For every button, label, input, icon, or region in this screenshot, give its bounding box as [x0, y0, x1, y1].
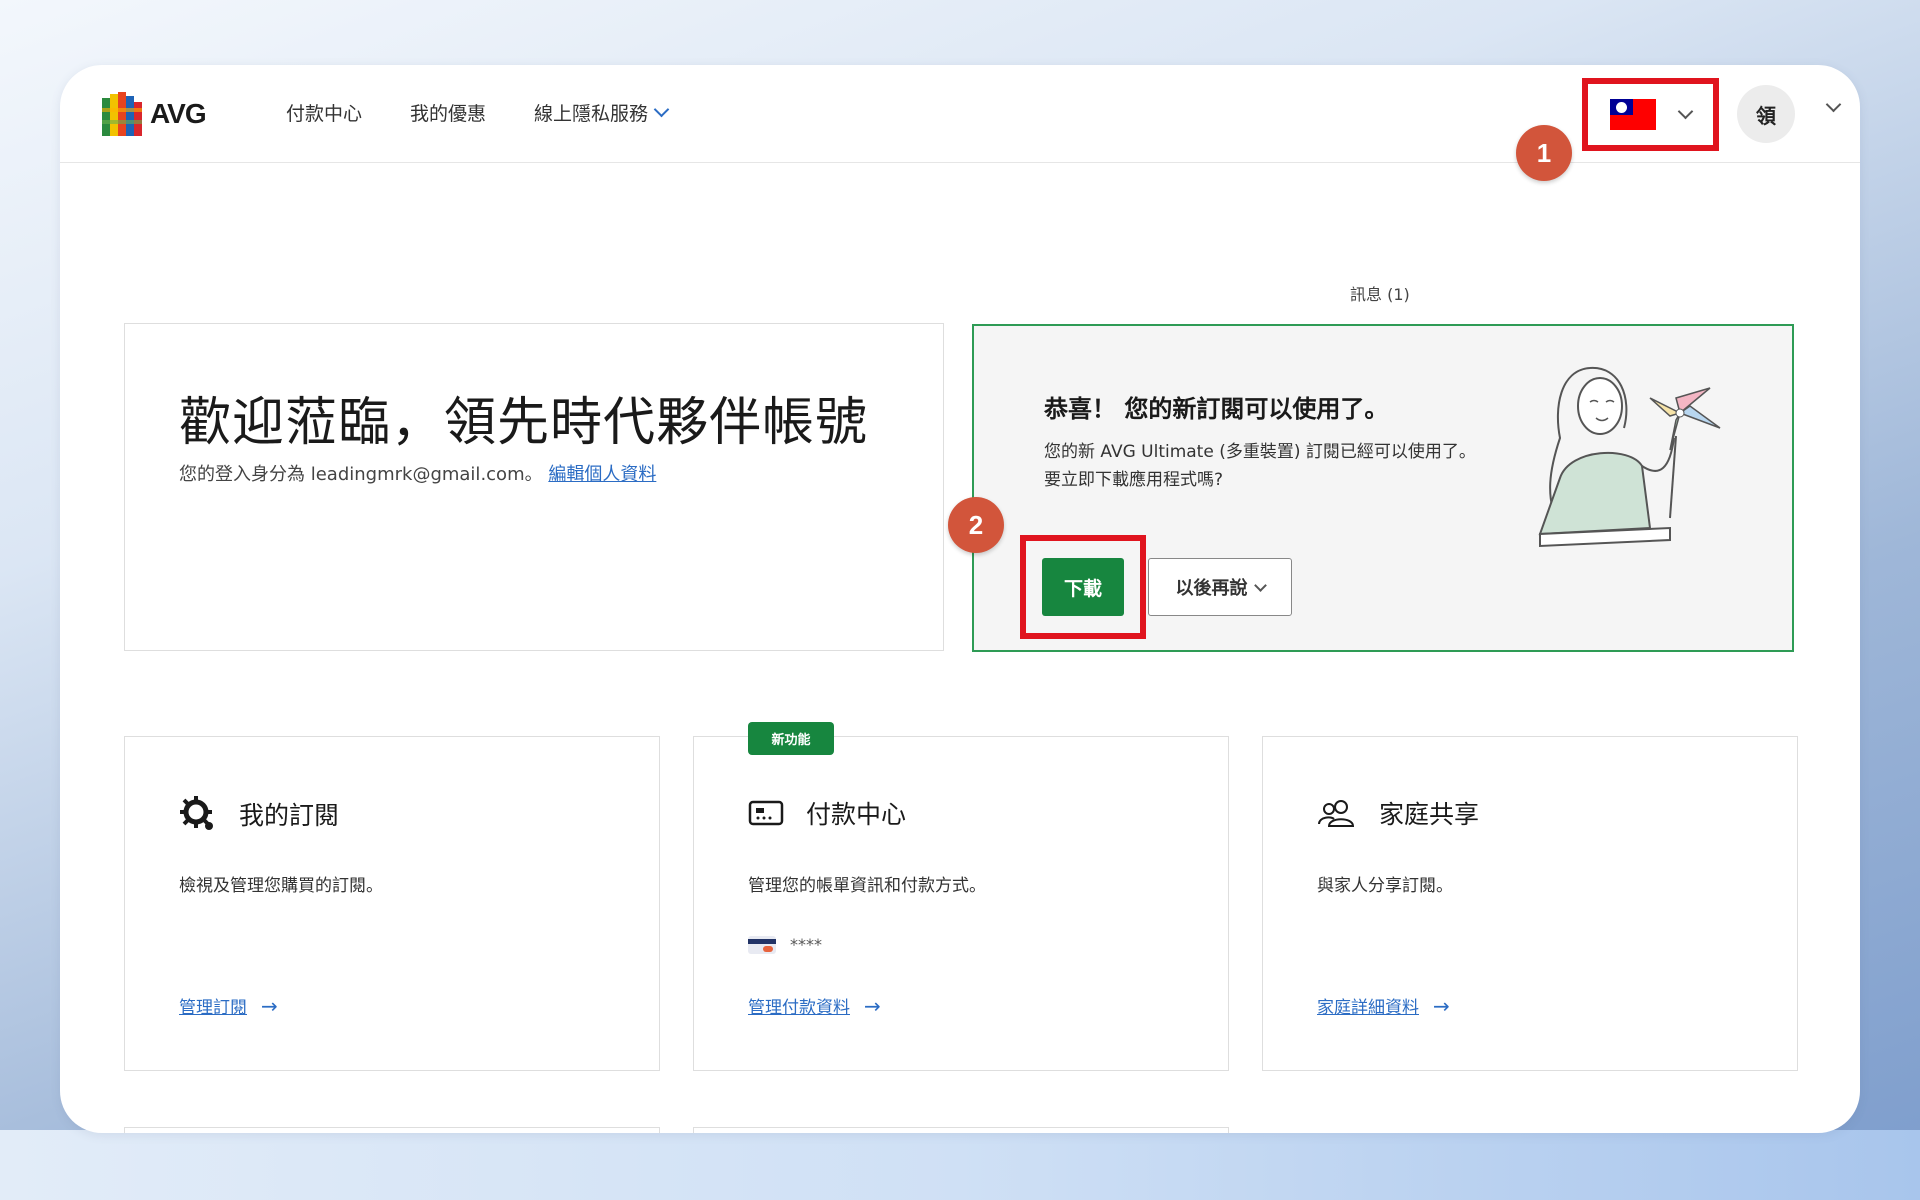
- arrow-right-icon: →: [864, 993, 881, 1018]
- gear-icon: [180, 796, 213, 830]
- logo-text: AVG: [150, 98, 207, 129]
- edit-profile-link[interactable]: 編輯個人資料: [548, 464, 656, 485]
- avg-logo[interactable]: AVG: [102, 91, 207, 137]
- card-my-subscriptions: 我的訂閱 檢視及管理您購買的訂閱。 管理訂閱 →: [124, 736, 660, 1071]
- welcome-panel: 歡迎蒞臨，領先時代夥伴帳號 您的登入身分為 leadingmrk@gmail.c…: [124, 323, 944, 651]
- nav-label: 我的優惠: [410, 103, 487, 125]
- arrow-right-icon: →: [261, 993, 278, 1018]
- login-info: 您的登入身分為 leadingmrk@gmail.com。 編輯個人資料: [179, 460, 656, 486]
- page-title: 歡迎蒞臨，領先時代夥伴帳號: [179, 393, 869, 453]
- link-label[interactable]: 管理訂閱: [179, 993, 247, 1018]
- account-chevron-down-icon[interactable]: [1825, 96, 1842, 113]
- nav-label: 付款中心: [286, 103, 363, 125]
- taiwan-flag-icon: [1610, 99, 1656, 130]
- login-text: 您的登入身分為 leadingmrk@gmail.com。: [179, 464, 543, 485]
- nav-payment-center[interactable]: 付款中心: [286, 99, 362, 126]
- link-label[interactable]: 家庭詳細資料: [1317, 993, 1419, 1018]
- card-title: 家庭共享: [1379, 800, 1480, 829]
- avatar-initial: 領: [1756, 103, 1776, 128]
- chevron-down-icon: [653, 101, 670, 118]
- later-button[interactable]: 以後再說: [1148, 558, 1292, 616]
- main-nav: 付款中心 我的優惠 線上隱私服務: [286, 99, 670, 126]
- page-background: [0, 1130, 1920, 1200]
- notice-body: 您的新 AVG Ultimate (多重裝置) 訂閱已經可以使用了。要立即下載應…: [1044, 442, 1476, 490]
- avg-logo-icon: [102, 92, 144, 136]
- card-description: 檢視及管理您購買的訂閱。: [179, 876, 383, 896]
- people-icon: [1318, 800, 1355, 827]
- card-mask: ****: [790, 935, 822, 954]
- family-details-link[interactable]: 家庭詳細資料 →: [1317, 993, 1450, 1019]
- chevron-down-icon: [1253, 578, 1267, 592]
- manage-subscriptions-link[interactable]: 管理訂閱 →: [179, 993, 278, 1019]
- download-button[interactable]: 下載: [1042, 558, 1124, 616]
- card-description: 管理您的帳單資訊和付款方式。: [748, 876, 986, 896]
- chevron-down-icon: [1677, 103, 1694, 120]
- messages-label: 訊息 (1): [1350, 285, 1410, 304]
- card-stub: [693, 1127, 1229, 1133]
- nav-label: 線上隱私服務: [534, 103, 649, 125]
- card-stub: [124, 1127, 660, 1133]
- browser-content: AVG 付款中心 我的優惠 線上隱私服務 領 1 歡迎蒞臨，領先時代夥伴帳號 您…: [60, 65, 1860, 1133]
- step-badge-2: 2: [948, 497, 1004, 553]
- arrow-right-icon: →: [1433, 993, 1450, 1018]
- card-title: 我的訂閱: [239, 801, 340, 830]
- woman-pinwheel-illustration: [1538, 366, 1721, 548]
- new-feature-tag: 新功能: [748, 722, 834, 755]
- download-highlight: 下載: [1020, 535, 1146, 639]
- card-payment-center: 付款中心 管理您的帳單資訊和付款方式。 **** 管理付款資料 →: [693, 736, 1229, 1071]
- card-family-sharing: 家庭共享 與家人分享訂閱。 家庭詳細資料 →: [1262, 736, 1798, 1071]
- saved-card: ****: [748, 935, 822, 954]
- later-label: 以後再說: [1175, 578, 1248, 599]
- notice-title: 恭喜！ 您的新訂閱可以使用了。: [1044, 395, 1389, 423]
- nav-my-offers[interactable]: 我的優惠: [410, 99, 486, 126]
- manage-payment-link[interactable]: 管理付款資料 →: [748, 993, 881, 1019]
- payment-card-icon: [748, 800, 784, 826]
- nav-privacy-services[interactable]: 線上隱私服務: [534, 99, 670, 126]
- user-avatar[interactable]: 領: [1737, 85, 1795, 143]
- link-label[interactable]: 管理付款資料: [748, 993, 850, 1018]
- credit-card-icon: [748, 935, 776, 954]
- card-description: 與家人分享訂閱。: [1317, 876, 1453, 896]
- card-title: 付款中心: [806, 800, 907, 829]
- top-navigation-bar: AVG 付款中心 我的優惠 線上隱私服務 領: [60, 65, 1860, 163]
- step-badge-1: 1: [1516, 125, 1572, 181]
- language-selector[interactable]: [1582, 78, 1719, 151]
